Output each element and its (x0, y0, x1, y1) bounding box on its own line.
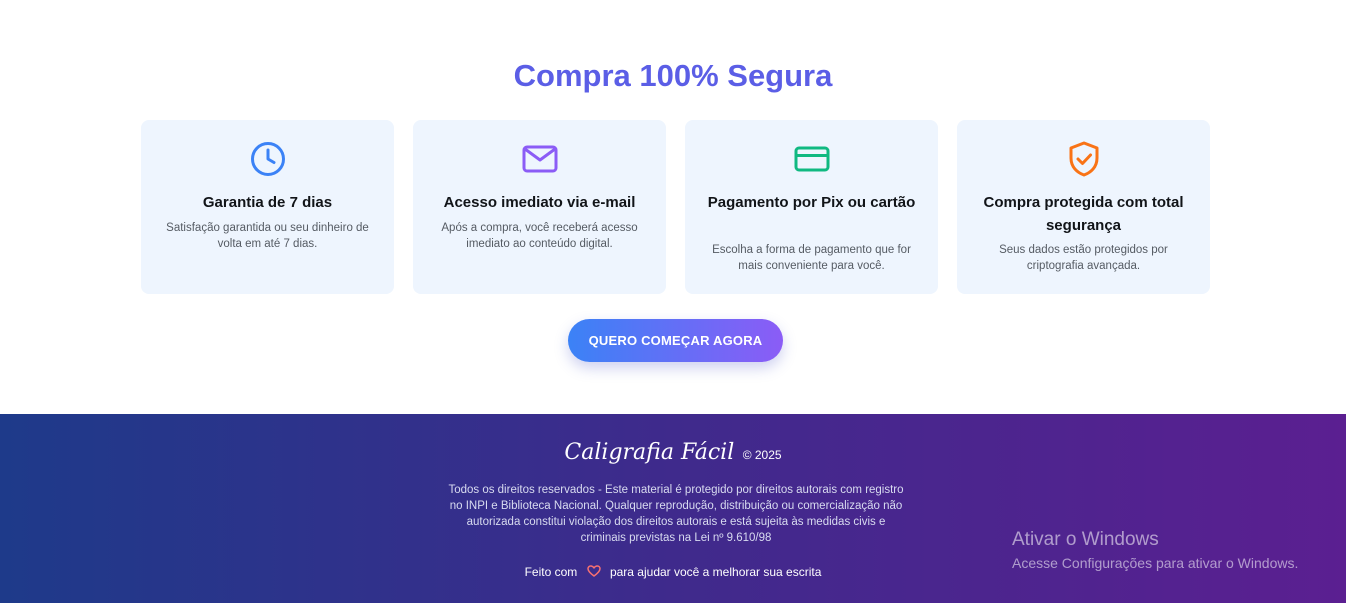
card-title: Compra protegida com total segurança (983, 194, 1184, 234)
card-guarantee: Garantia de 7 dias Satisfação garantida … (141, 120, 394, 294)
windows-activation-subtitle: Acesse Configurações para ativar o Windo… (1012, 555, 1299, 571)
start-now-button[interactable]: QUERO COMEÇAR AGORA (568, 319, 783, 362)
card-payment: Pagamento por Pix ou cartão Escolha a fo… (685, 120, 938, 294)
card-description: Após a compra, você receberá acesso imed… (441, 222, 638, 250)
card-email-access: Acesso imediato via e-mail Após a compra… (413, 120, 666, 294)
section-title: Compra 100% Segura (513, 58, 833, 93)
footer: Caligrafia Fácil © 2025 Todos os direito… (0, 414, 1346, 603)
legal-notice: Todos os direitos reservados - Este mate… (448, 484, 904, 544)
heart-icon (586, 565, 601, 577)
footer-brand-line: Caligrafia Fácil © 2025 (0, 440, 1346, 465)
card-description: Satisfação garantida ou seu dinheiro de … (166, 222, 369, 250)
secure-purchase-section: Compra 100% Segura Garantia de 7 dias Sa… (0, 0, 1346, 414)
clock-icon (249, 140, 287, 178)
credit-card-icon (793, 140, 831, 178)
card-title: Acesso imediato via e-mail (443, 194, 636, 211)
mail-icon (521, 140, 559, 178)
made-with-prefix: Feito com (524, 565, 578, 579)
card-description: Seus dados estão protegidos por criptogr… (999, 244, 1168, 272)
windows-activation-title: Ativar o Windows (1012, 529, 1159, 550)
card-protected: Compra protegida com total segurança Seu… (957, 120, 1210, 294)
made-with-suffix: para ajudar você a melhorar sua escrita (609, 565, 822, 579)
card-title: Garantia de 7 dias (202, 194, 333, 211)
shield-check-icon (1065, 140, 1103, 178)
card-title: Pagamento por Pix ou cartão (707, 194, 916, 211)
copyright: © 2025 (742, 448, 782, 462)
card-description: Escolha a forma de pagamento que for mai… (712, 244, 911, 272)
brand-name: Caligrafia Fácil (564, 440, 735, 465)
